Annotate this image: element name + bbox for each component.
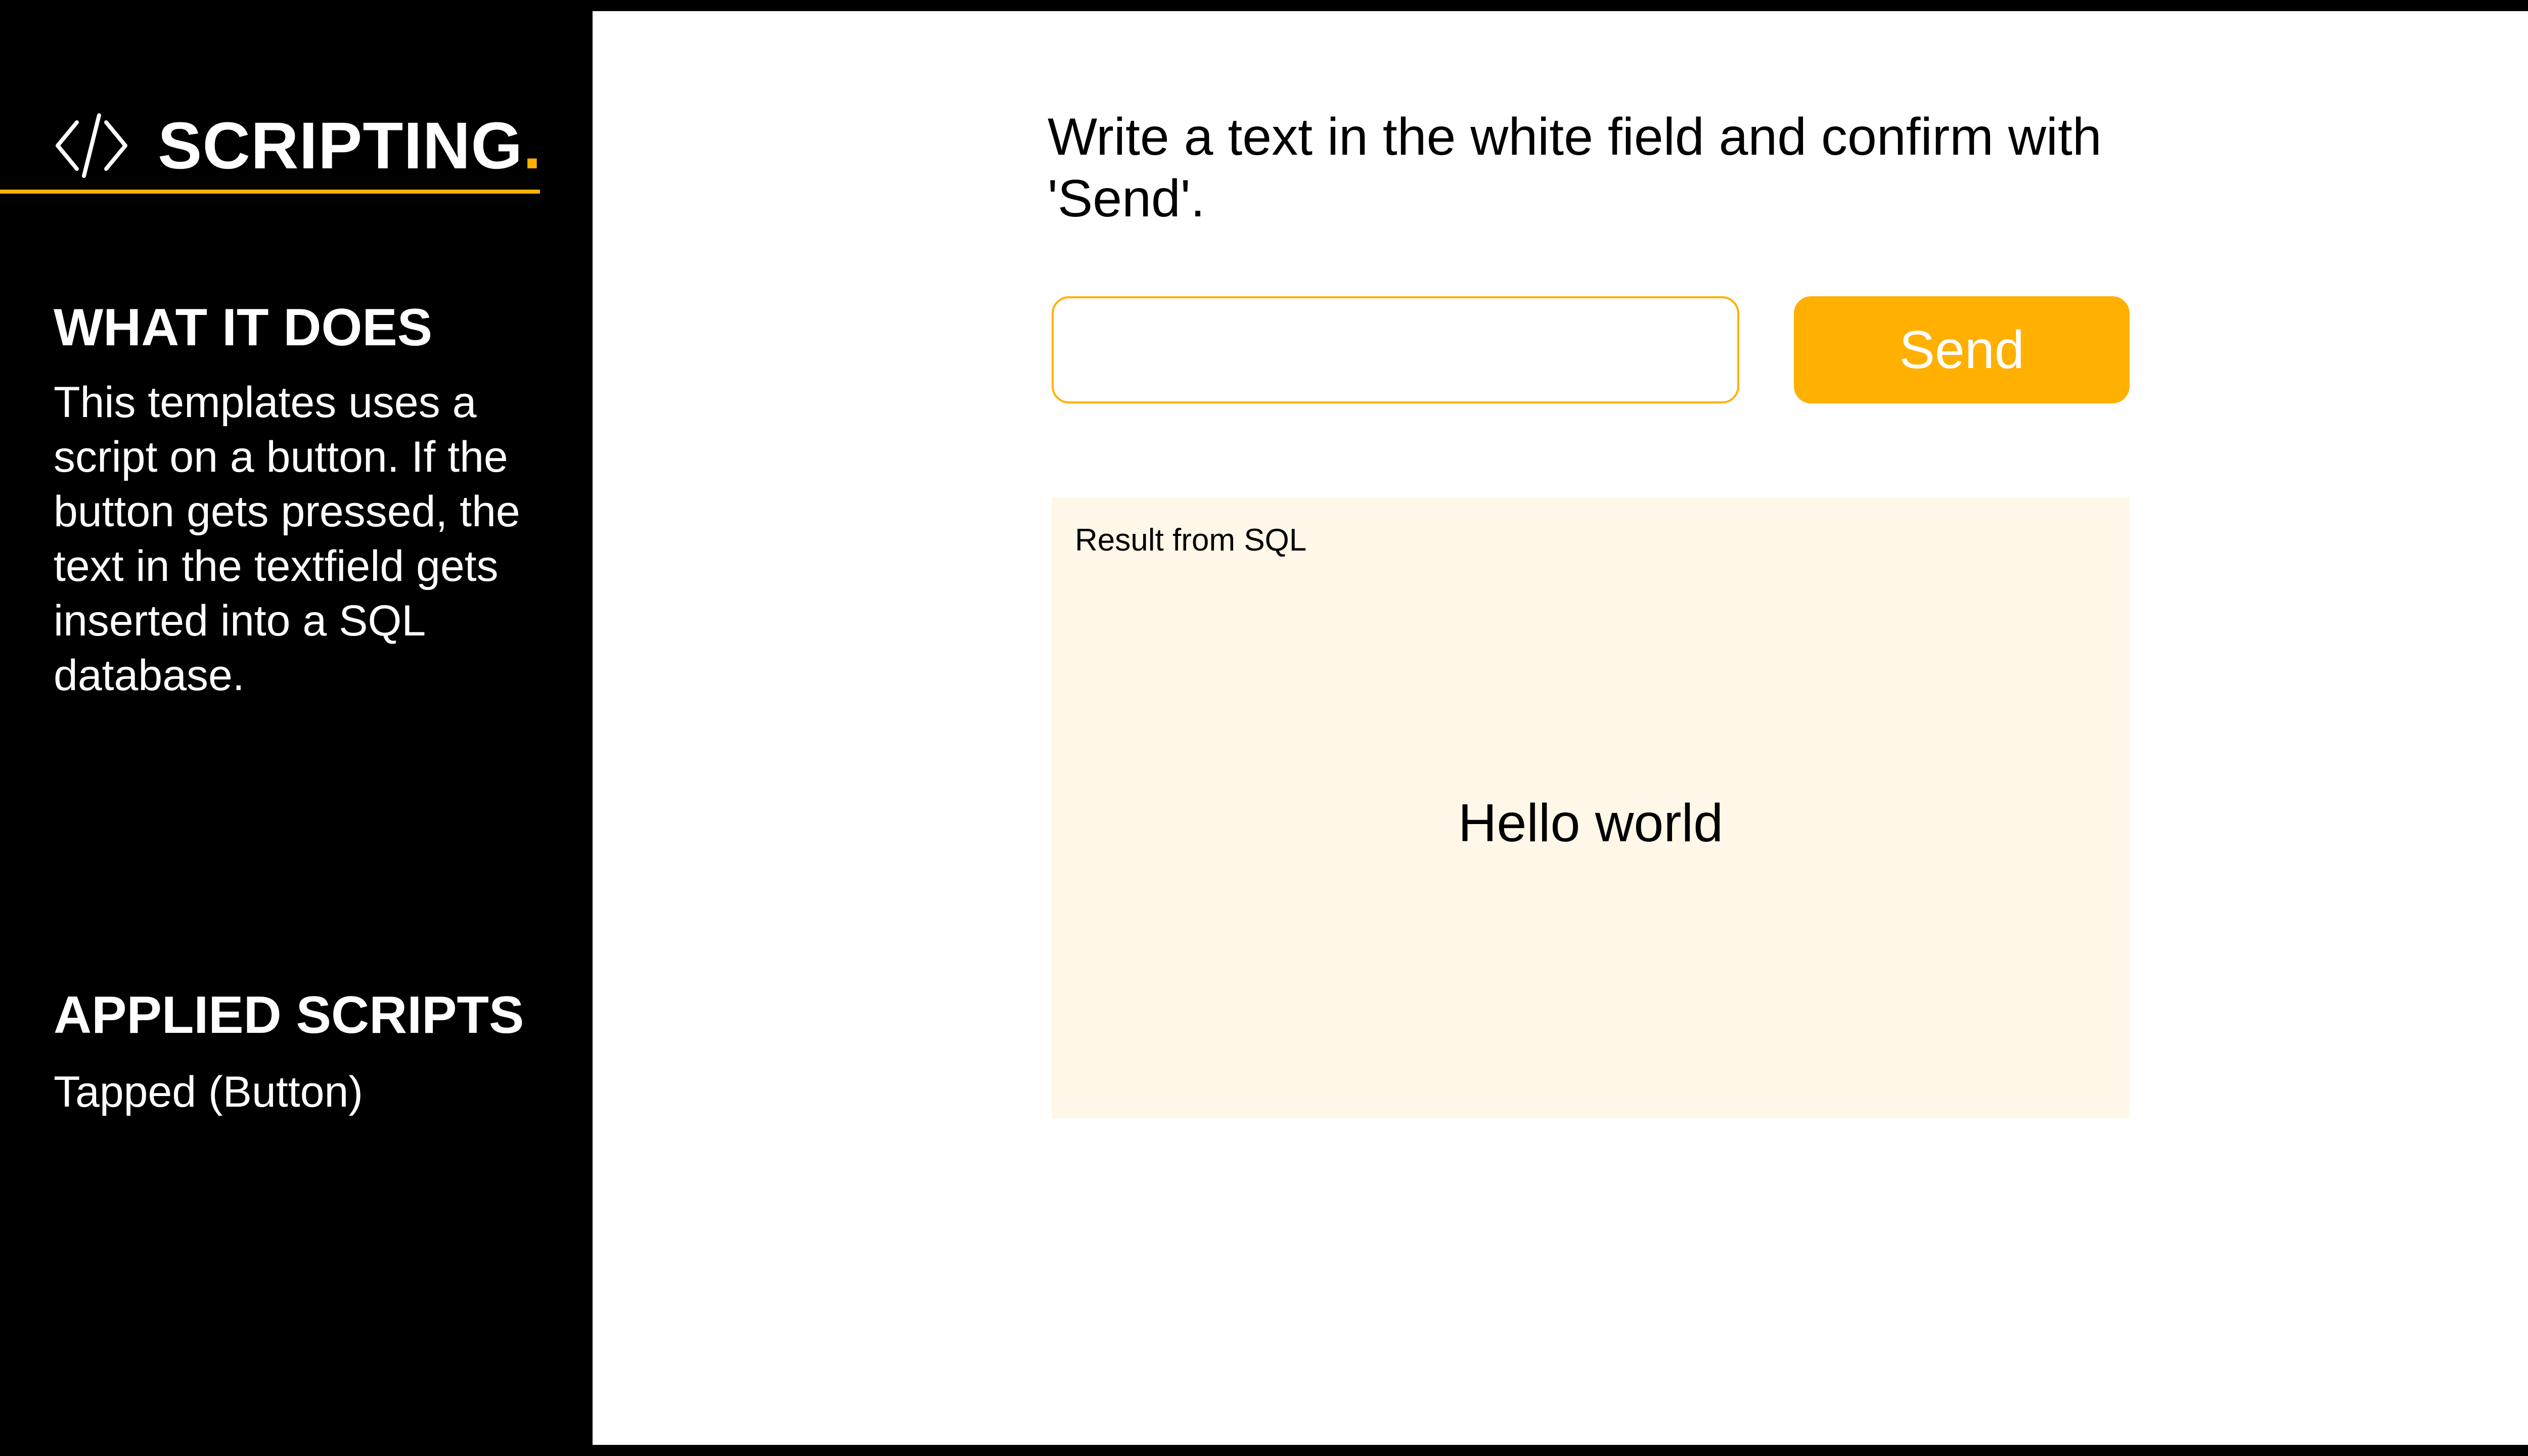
brand: SCRIPTING.	[54, 110, 542, 181]
app-window: SCRIPTING. WHAT IT DOES This templates u…	[0, 0, 2528, 1456]
text-field[interactable]	[1052, 296, 1739, 403]
what-it-does-heading: WHAT IT DOES	[54, 298, 433, 357]
brand-title: SCRIPTING.	[158, 108, 542, 183]
send-button[interactable]: Send	[1794, 296, 2130, 403]
main-panel: Write a text in the white field and conf…	[593, 11, 2528, 1445]
applied-scripts-heading: APPLIED SCRIPTS	[54, 986, 524, 1044]
brand-dot: .	[523, 108, 542, 183]
result-panel: Result from SQL Hello world	[1052, 497, 2130, 1118]
brand-underline	[0, 190, 540, 194]
code-brackets-icon	[54, 110, 129, 181]
result-value: Hello world	[1458, 793, 1724, 853]
sidebar: SCRIPTING. WHAT IT DOES This templates u…	[0, 0, 592, 1456]
instruction-text: Write a text in the white field and conf…	[1048, 108, 2102, 228]
applied-scripts-text: Tapped (Button)	[54, 1068, 363, 1116]
what-it-does-text: This templates uses a script on a button…	[54, 378, 520, 700]
